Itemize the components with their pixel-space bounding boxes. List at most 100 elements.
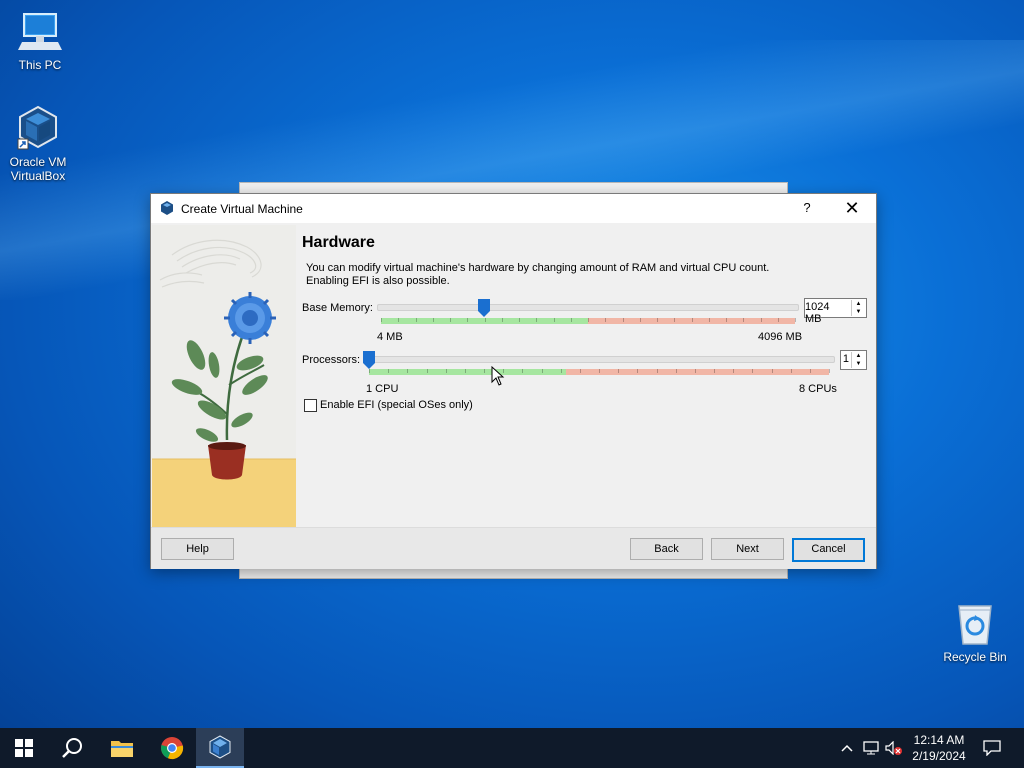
spin-up-icon[interactable]: ▲ [852,300,865,308]
memory-value: 1024 MB [805,301,830,325]
dialog-titlebar[interactable]: Create Virtual Machine ? ✕ [151,194,876,223]
slider-thumb[interactable] [363,351,375,369]
network-icon[interactable] [863,741,879,755]
scale-tick [692,318,693,322]
scale-excess-range [566,369,829,375]
close-icon[interactable]: ✕ [841,198,863,218]
scale-tick [554,318,555,322]
chrome-button[interactable] [148,728,196,768]
memory-spinbox[interactable]: 1024 MB ▲ ▼ [804,298,867,325]
scale-tick [446,369,447,373]
scale-tick [416,318,417,322]
scale-tick [733,369,734,373]
cancel-button[interactable]: Cancel [792,538,865,562]
scale-tick [398,318,399,322]
scale-tick [657,369,658,373]
slider-track [377,304,799,311]
desktop-icon-label: Recycle Bin [943,650,1007,664]
spin-buttons[interactable]: ▲ ▼ [851,352,865,368]
checkbox-box[interactable] [304,399,317,412]
scale-tick [674,318,675,322]
base-memory-label: Base Memory: [302,302,373,314]
slider-thumb[interactable] [478,299,490,317]
virtualbox-icon [161,201,173,215]
scale-tick [519,318,520,322]
scale-tick [369,369,370,373]
spin-buttons[interactable]: ▲ ▼ [851,300,865,316]
scale-tick [640,318,641,322]
desktop-icon-virtualbox[interactable]: Oracle VM VirtualBox [0,105,78,183]
file-explorer-button[interactable] [98,728,146,768]
dialog-title: Create Virtual Machine [181,202,303,216]
scale-tick [536,318,537,322]
scale-tick [433,318,434,322]
scale-tick [623,318,624,322]
scale-tick [381,318,382,322]
description-line: You can modify virtual machine's hardwar… [306,262,770,274]
virtualbox-taskbar-button[interactable] [196,728,244,768]
enable-efi-label: Enable EFI (special OSes only) [320,399,473,411]
scale-tick [714,369,715,373]
clock[interactable]: 12:14 AM 2/19/2024 [904,732,974,764]
cpu-recommended-scale [369,369,830,375]
scale-tick [588,318,589,322]
scale-tick [637,369,638,373]
help-button[interactable]: Help [161,538,234,560]
enable-efi-checkbox[interactable]: Enable EFI (special OSes only) [304,398,504,414]
spin-down-icon[interactable]: ▼ [852,360,865,368]
file-explorer-icon [111,741,133,757]
scale-tick [502,318,503,322]
mouse-cursor-icon [491,366,505,386]
notifications-icon[interactable] [983,740,1001,756]
processors-value: 1 [842,353,849,365]
scale-tick [388,369,389,373]
scale-tick [726,318,727,322]
search-button[interactable] [48,728,96,768]
cpu-min-label: 1 CPU [366,383,399,395]
scale-tick [676,369,677,373]
search-icon [62,738,82,758]
start-button[interactable] [0,728,48,768]
desktop-icon-recycle-bin[interactable]: Recycle Bin [935,602,1015,664]
create-vm-dialog: Create Virtual Machine ? ✕ Hardware You … [150,193,877,569]
volume-muted-icon[interactable] [885,741,903,755]
scale-tick [484,369,485,373]
scale-tick [778,318,779,322]
back-button[interactable]: Back [630,538,703,560]
virtualbox-icon [209,735,231,759]
description-line: Enabling EFI is also possible. [306,275,450,287]
desktop-icon-label: Oracle VM VirtualBox [9,155,67,183]
scale-tick [522,369,523,373]
scale-tick [709,318,710,322]
spin-down-icon[interactable]: ▼ [852,308,865,316]
clock-date: 2/19/2024 [912,749,966,763]
scale-tick [571,318,572,322]
desktop-icon-this-pc[interactable]: This PC [0,10,80,72]
scale-tick [810,369,811,373]
scale-tick [561,369,562,373]
hardware-page: Hardware You can modify virtual machine'… [297,223,875,527]
chevron-up-icon[interactable] [841,744,853,752]
scale-tick [580,369,581,373]
flower-pot-illustration [152,225,296,527]
scale-tick [795,318,796,322]
help-icon[interactable]: ? [797,198,817,218]
scale-tick [407,369,408,373]
memory-max-label: 4096 MB [758,331,803,343]
spin-up-icon[interactable]: ▲ [852,352,865,360]
virtualbox-icon [17,105,57,150]
scale-tick [427,369,428,373]
memory-recommended-scale [381,318,796,324]
processors-label: Processors: [302,354,361,366]
scale-tick [599,369,600,373]
slider-track [365,356,835,363]
scale-tick [743,318,744,322]
scale-tick [450,318,451,322]
page-title: Hardware [302,234,375,251]
chrome-icon [161,737,184,760]
cpu-max-label: 8 CPUs [799,383,837,395]
scale-tick [791,369,792,373]
page-description: You can modify virtual machine's hardwar… [306,262,866,288]
processors-spinbox[interactable]: 1 ▲ ▼ [840,350,867,370]
next-button[interactable]: Next [711,538,784,560]
